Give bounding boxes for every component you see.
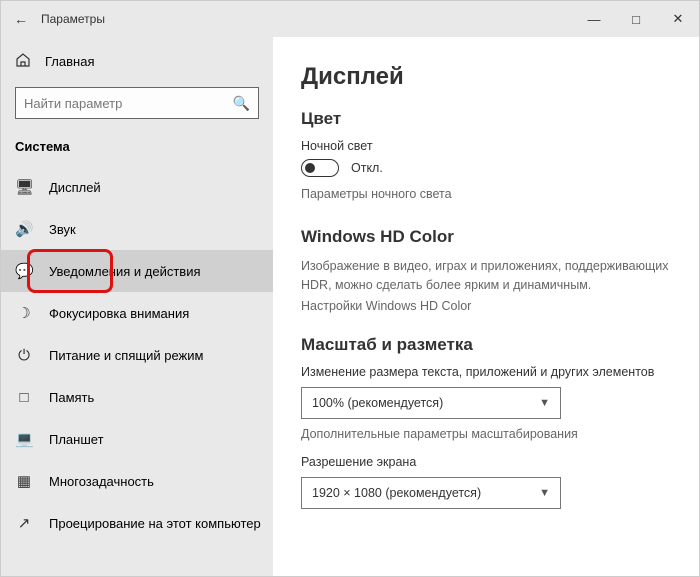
scale-dropdown[interactable]: 100% (рекомендуется) ▼ bbox=[301, 387, 561, 419]
page-title: Дисплей bbox=[301, 63, 671, 91]
sidebar-item-power[interactable]: ⏻ Питание и спящий режим bbox=[1, 334, 273, 376]
sidebar-item-label: Дисплей bbox=[49, 180, 101, 195]
resolution-value: 1920 × 1080 (рекомендуется) bbox=[312, 486, 481, 500]
hdr-description: Изображение в видео, играх и приложениях… bbox=[301, 257, 671, 295]
power-icon: ⏻ bbox=[15, 347, 33, 364]
search-icon: 🔍 bbox=[233, 95, 250, 112]
projecting-icon: ↗ bbox=[15, 514, 33, 532]
sidebar-item-label: Фокусировка внимания bbox=[49, 306, 189, 321]
sidebar-home-label: Главная bbox=[45, 54, 94, 69]
sidebar-item-label: Память bbox=[49, 390, 94, 405]
sidebar-item-storage[interactable]: □ Память bbox=[1, 376, 273, 418]
focus-icon: ☽ bbox=[15, 304, 33, 322]
sidebar-item-label: Проецирование на этот компьютер bbox=[49, 516, 261, 531]
display-icon: 🖥 bbox=[15, 178, 33, 196]
hdr-settings-link[interactable]: Настройки Windows HD Color bbox=[301, 299, 671, 313]
sidebar-item-label: Звук bbox=[49, 222, 76, 237]
section-hdr-heading: Windows HD Color bbox=[301, 227, 671, 247]
section-scale-heading: Масштаб и разметка bbox=[301, 335, 671, 355]
scale-value: 100% (рекомендуется) bbox=[312, 396, 443, 410]
sidebar-item-tablet[interactable]: 💻 Планшет bbox=[1, 418, 273, 460]
search-input[interactable] bbox=[24, 96, 233, 111]
section-color-heading: Цвет bbox=[301, 109, 671, 129]
resolution-dropdown[interactable]: 1920 × 1080 (рекомендуется) ▼ bbox=[301, 477, 561, 509]
sidebar-item-label: Уведомления и действия bbox=[49, 264, 201, 279]
sidebar: Главная 🔍 Система 🖥 Дисплей 🔊 Звук 💬 bbox=[1, 37, 273, 576]
maximize-button[interactable]: □ bbox=[615, 1, 657, 37]
sidebar-item-label: Многозадачность bbox=[49, 474, 154, 489]
chevron-down-icon: ▼ bbox=[539, 397, 550, 409]
night-light-settings-link[interactable]: Параметры ночного света bbox=[301, 187, 671, 201]
back-button[interactable]: ← bbox=[1, 11, 41, 27]
scale-label: Изменение размера текста, приложений и д… bbox=[301, 365, 671, 379]
scale-advanced-link[interactable]: Дополнительные параметры масштабирования bbox=[301, 427, 671, 441]
main-panel: Дисплей Цвет Ночной свет Откл. Параметры… bbox=[273, 37, 699, 576]
sound-icon: 🔊 bbox=[15, 220, 33, 238]
sidebar-item-notifications[interactable]: 💬 Уведомления и действия bbox=[1, 250, 273, 292]
night-light-state: Откл. bbox=[351, 161, 383, 175]
titlebar: ← Параметры ― □ ✕ bbox=[1, 1, 699, 37]
search-field[interactable]: 🔍 bbox=[15, 87, 259, 119]
sidebar-item-display[interactable]: 🖥 Дисплей bbox=[1, 166, 273, 208]
notifications-icon: 💬 bbox=[15, 262, 33, 280]
night-light-toggle[interactable] bbox=[301, 159, 339, 177]
sidebar-home[interactable]: Главная bbox=[1, 43, 273, 79]
sidebar-item-label: Планшет bbox=[49, 432, 104, 447]
window-title: Параметры bbox=[41, 12, 105, 26]
home-icon bbox=[15, 52, 31, 71]
sidebar-category: Система bbox=[1, 129, 273, 166]
close-button[interactable]: ✕ bbox=[657, 1, 699, 37]
chevron-down-icon: ▼ bbox=[539, 487, 550, 499]
sidebar-item-projecting[interactable]: ↗ Проецирование на этот компьютер bbox=[1, 502, 273, 544]
minimize-button[interactable]: ― bbox=[573, 1, 615, 37]
storage-icon: □ bbox=[15, 389, 33, 406]
night-light-label: Ночной свет bbox=[301, 139, 671, 153]
multitasking-icon: ▦ bbox=[15, 472, 33, 490]
sidebar-item-focus-assist[interactable]: ☽ Фокусировка внимания bbox=[1, 292, 273, 334]
sidebar-item-sound[interactable]: 🔊 Звук bbox=[1, 208, 273, 250]
tablet-icon: 💻 bbox=[15, 430, 33, 448]
sidebar-item-label: Питание и спящий режим bbox=[49, 348, 203, 363]
sidebar-item-multitasking[interactable]: ▦ Многозадачность bbox=[1, 460, 273, 502]
resolution-label: Разрешение экрана bbox=[301, 455, 671, 469]
